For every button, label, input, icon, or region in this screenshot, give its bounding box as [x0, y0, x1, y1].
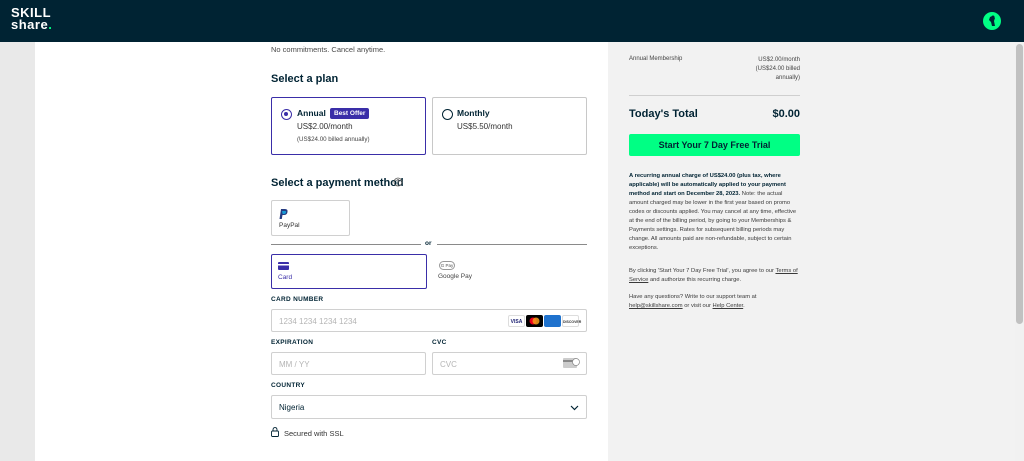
- plan-annual[interactable]: Annual Best Offer US$2.00/month (US$24.0…: [271, 97, 426, 155]
- card-option[interactable]: Card: [271, 254, 427, 289]
- agreement-part2: and authorize this recurring charge.: [648, 277, 742, 283]
- card-number-label: CARD NUMBER: [271, 296, 324, 303]
- expiration-label: EXPIRATION: [271, 339, 314, 346]
- cvc-label: CVC: [432, 339, 447, 346]
- membership-price-line3: annually): [775, 75, 800, 81]
- cvc-placeholder: CVC: [440, 360, 457, 369]
- expiration-input[interactable]: MM / YY: [271, 352, 426, 375]
- expiration-placeholder: MM / YY: [279, 360, 310, 369]
- avatar[interactable]: [983, 12, 1001, 30]
- logo-line2: share: [11, 17, 49, 32]
- country-value: Nigeria: [279, 403, 305, 412]
- visa-icon: VISA: [508, 315, 525, 327]
- radio-annual[interactable]: [281, 109, 292, 120]
- membership-price: US$2.00/month (US$24.00 billed annually): [700, 56, 800, 83]
- ssl-note: Secured with SSL: [284, 429, 344, 438]
- avatar-figure-icon: [989, 15, 995, 26]
- support-period: .: [743, 303, 745, 309]
- agreement-text: By clicking 'Start Your 7 Day Free Trial…: [629, 267, 802, 285]
- help-circle-icon[interactable]: [393, 177, 403, 187]
- google-pay-label: Google Pay: [438, 273, 472, 280]
- plan-annual-name: Annual: [297, 108, 326, 118]
- todays-total-label: Today's Total: [629, 108, 698, 120]
- legal-note: Note: the actual amount charged may be l…: [629, 191, 797, 251]
- amex-icon: [544, 315, 561, 327]
- google-pay-option[interactable]: G Pay Google Pay: [432, 254, 512, 289]
- plan-monthly[interactable]: Monthly US$5.50/month: [432, 97, 587, 155]
- card-number-placeholder: 1234 1234 1234 1234: [279, 317, 357, 326]
- payment-method-heading: Select a payment method: [271, 177, 404, 189]
- country-select[interactable]: Nigeria: [271, 395, 587, 419]
- divider-left: [271, 244, 421, 245]
- help-center-link[interactable]: Help Center: [713, 303, 744, 309]
- membership-price-line1: US$2.00/month: [758, 57, 800, 63]
- or-divider-label: or: [425, 240, 432, 247]
- plan-annual-price: US$2.00/month: [297, 122, 353, 131]
- paypal-icon: [279, 209, 288, 219]
- start-free-trial-button[interactable]: Start Your 7 Day Free Trial: [629, 134, 800, 156]
- skillshare-logo[interactable]: SKILL share.: [11, 6, 53, 32]
- support-or-visit: or visit our: [682, 303, 713, 309]
- plan-monthly-name: Monthly: [457, 108, 490, 118]
- plan-annual-note: (US$24.00 billed annually): [297, 136, 370, 143]
- plan-monthly-price: US$5.50/month: [457, 122, 513, 131]
- legal-text: A recurring annual charge of US$24.00 (p…: [629, 172, 802, 253]
- best-offer-badge: Best Offer: [330, 108, 370, 119]
- radio-monthly[interactable]: [442, 109, 453, 120]
- support-email-link[interactable]: help@skillshare.com: [629, 303, 683, 309]
- card-label: Card: [278, 274, 293, 281]
- top-bar: SKILL share.: [0, 0, 1024, 42]
- scrollbar-thumb[interactable]: [1016, 44, 1023, 324]
- cvc-input[interactable]: CVC: [432, 352, 587, 375]
- support-text: Have any questions? Write to our support…: [629, 293, 802, 311]
- lock-icon: [271, 427, 279, 437]
- chevron-down-icon: [570, 405, 579, 411]
- tagline: No commitments. Cancel anytime.: [271, 45, 386, 54]
- discover-icon: DISCOVER: [562, 315, 581, 327]
- logo-dot: .: [48, 17, 53, 32]
- divider-right: [437, 244, 587, 245]
- mastercard-icon: [526, 315, 543, 327]
- membership-label: Annual Membership: [629, 56, 683, 62]
- select-plan-heading: Select a plan: [271, 73, 339, 85]
- page-scrollbar[interactable]: [1015, 42, 1024, 461]
- paypal-label: PayPal: [279, 222, 300, 229]
- membership-price-line2: (US$24.00 billed: [755, 66, 800, 72]
- country-label: COUNTRY: [271, 382, 305, 389]
- cvc-card-icon: [563, 358, 580, 368]
- paypal-option[interactable]: PayPal: [271, 200, 350, 236]
- credit-card-icon: [278, 262, 289, 270]
- support-question: Have any questions? Write to our support…: [629, 294, 757, 300]
- agreement-part1: By clicking 'Start Your 7 Day Free Trial…: [629, 268, 774, 274]
- google-pay-icon: G Pay: [439, 261, 455, 270]
- todays-total-value: $0.00: [772, 108, 800, 120]
- summary-divider: [629, 95, 800, 96]
